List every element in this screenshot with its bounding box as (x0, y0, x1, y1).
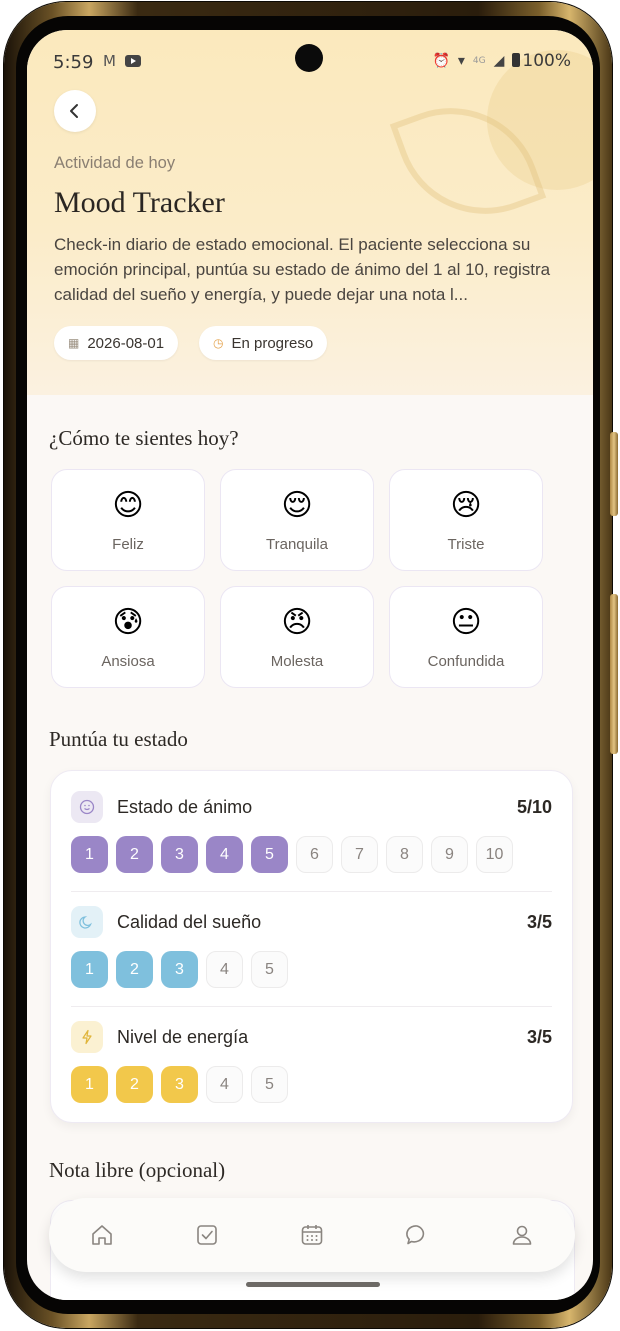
sleep-rating-pill-1[interactable]: 1 (71, 951, 108, 988)
energy-rating-pill-3[interactable]: 3 (161, 1066, 198, 1103)
tab-chat[interactable] (397, 1215, 437, 1255)
neutral-emoji-icon: 😐 (450, 605, 482, 640)
profile-icon (513, 1225, 532, 1245)
date-text: 2026-08-01 (87, 334, 165, 352)
anxious-emoji-icon: 😰 (112, 605, 144, 640)
status-bar: 5:59 M ⏰ ▾ 4G ◢ 100% (27, 30, 593, 92)
mood-rating-pill-5[interactable]: 5 (251, 836, 288, 873)
mood-rating-pill-10[interactable]: 10 (476, 836, 513, 873)
mood-rating-pill-7[interactable]: 7 (341, 836, 378, 873)
status-time: 5:59 (53, 52, 94, 73)
note-section-title: Nota libre (opcional) (49, 1158, 226, 1182)
sleep-rating-pill-2[interactable]: 2 (116, 951, 153, 988)
chat-icon (406, 1225, 425, 1245)
checklist-icon (196, 1225, 217, 1245)
energy-rating-pill-1[interactable]: 1 (71, 1066, 108, 1103)
mood-label: Triste (447, 536, 485, 553)
sleep-rating-pill-5[interactable]: 5 (251, 951, 288, 988)
gmail-icon: M (103, 52, 116, 70)
mood-rating-label: Estado de ánimo (117, 797, 253, 817)
network-type: 4G (472, 56, 486, 66)
status-right-icons: ⏰ ▾ 4G ◢ 100% (432, 51, 571, 71)
energy-rating-pill-4[interactable]: 4 (206, 1066, 243, 1103)
sleep-rating-label: Calidad del sueño (117, 912, 262, 932)
mood-label: Feliz (112, 536, 144, 553)
status-text: En progreso (231, 334, 314, 352)
mood-rating-pill-8[interactable]: 8 (386, 836, 423, 873)
lightning-icon-svg (82, 1029, 92, 1045)
tab-tasks[interactable] (187, 1215, 227, 1255)
bottom-tab-bar (49, 1198, 575, 1272)
mood-rating-pill-9[interactable]: 9 (431, 836, 468, 873)
mood-option-triste[interactable]: 😢 Triste (389, 469, 543, 571)
sleep-rating-value: 3/5 (526, 912, 552, 932)
volume-button (610, 594, 618, 754)
happy-emoji-icon: 😊 (112, 488, 144, 523)
wifi-icon: ▾ (457, 53, 465, 69)
app-screen: 5:59 M ⏰ ▾ 4G ◢ 100% Actividad de hoy Mo… (27, 30, 593, 1300)
mood-label: Ansiosa (101, 653, 155, 670)
activity-eyebrow: Actividad de hoy (54, 154, 176, 172)
lightning-icon (71, 1021, 103, 1053)
moon-icon-svg (79, 916, 92, 929)
back-button[interactable] (54, 90, 96, 132)
calendar-icon (301, 1225, 323, 1245)
mood-option-ansiosa[interactable]: 😰 Ansiosa (51, 586, 205, 688)
smile-face-icon-svg (79, 799, 95, 815)
alarm-icon: ⏰ (432, 53, 450, 69)
energy-rating-pill-2[interactable]: 2 (116, 1066, 153, 1103)
mood-label: Tranquila (266, 536, 328, 553)
divider (71, 891, 552, 892)
mood-section-title: ¿Cómo te sientes hoy? (49, 426, 239, 450)
home-indicator[interactable] (246, 1282, 380, 1287)
battery-percent: 100% (522, 51, 571, 71)
mood-option-molesta[interactable]: 😠 Molesta (220, 586, 374, 688)
signal-icon: ◢ (493, 53, 505, 69)
mood-rating-pill-3[interactable]: 3 (161, 836, 198, 873)
youtube-icon (125, 55, 141, 67)
energy-rating-label: Nivel de energía (117, 1027, 249, 1047)
mood-rating-pill-4[interactable]: 4 (206, 836, 243, 873)
mood-rating-pill-6[interactable]: 6 (296, 836, 333, 873)
calendar-icon: ▦ (68, 336, 80, 350)
home-icon (91, 1225, 112, 1245)
rating-section-title: Puntúa tu estado (49, 727, 188, 751)
tab-home[interactable] (82, 1215, 122, 1255)
angry-emoji-icon: 😠 (281, 605, 313, 640)
mood-option-confundida[interactable]: 😐 Confundida (389, 586, 543, 688)
mood-rating-pills: 1 2 3 4 5 6 7 8 9 10 (71, 836, 513, 873)
mood-rating-value: 5/10 (516, 797, 552, 817)
chevron-left-icon (70, 104, 78, 118)
activity-description: Check-in diario de estado emocional. El … (54, 235, 551, 304)
clock-icon: ◷ (213, 336, 224, 350)
divider (71, 1006, 552, 1007)
power-button (610, 432, 618, 516)
battery-indicator: 100% (512, 51, 571, 71)
mood-rating-pill-2[interactable]: 2 (116, 836, 153, 873)
mood-rating-pill-1[interactable]: 1 (71, 836, 108, 873)
battery-icon (512, 53, 521, 67)
page-title: Mood Tracker (54, 186, 225, 219)
energy-rating-pill-5[interactable]: 5 (251, 1066, 288, 1103)
energy-rating-value: 3/5 (526, 1027, 552, 1047)
status-badge: ◷ En progreso (199, 326, 328, 360)
tab-calendar[interactable] (292, 1215, 332, 1255)
mood-option-tranquila[interactable]: 😌 Tranquila (220, 469, 374, 571)
relieved-emoji-icon: 😌 (281, 488, 313, 523)
sleep-rating-pill-4[interactable]: 4 (206, 951, 243, 988)
sleep-rating-pills: 12345 (71, 951, 288, 988)
mood-label: Molesta (270, 653, 324, 670)
mood-option-feliz[interactable]: 😊 Feliz (51, 469, 205, 571)
rating-card: Estado de ánimo 5/10 1 2 3 4 5 6 7 8 9 10 Calidad… (50, 770, 573, 1123)
tab-profile[interactable] (502, 1215, 542, 1255)
energy-rating-pills: 12345 (71, 1066, 288, 1103)
crying-emoji-icon: 😢 (450, 488, 482, 523)
mood-label: Confundida (427, 653, 505, 670)
date-chip: ▦ 2026-08-01 (54, 326, 179, 360)
smile-face-icon (71, 791, 103, 823)
sleep-rating-pill-3[interactable]: 3 (161, 951, 198, 988)
front-camera (295, 44, 323, 72)
moon-icon (71, 906, 103, 938)
